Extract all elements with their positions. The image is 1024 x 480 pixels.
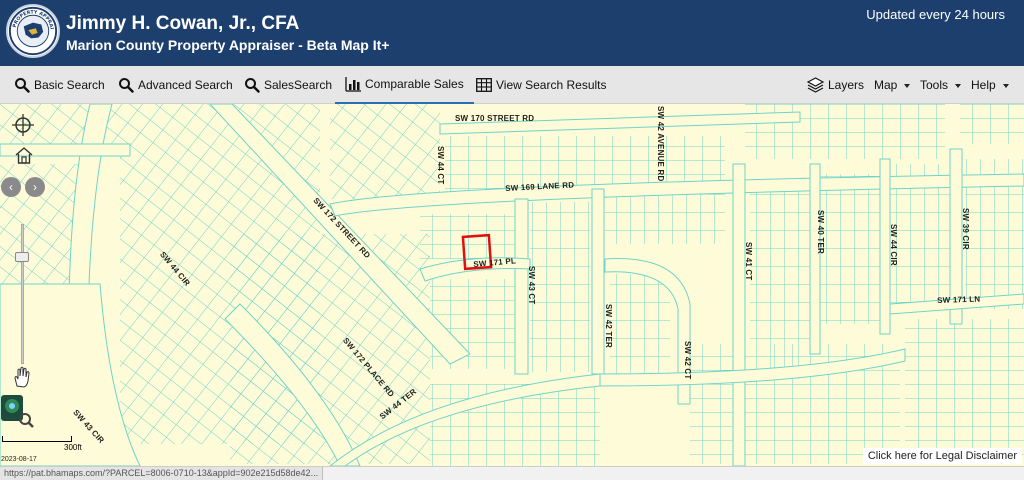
update-notice: Updated every 24 hours xyxy=(866,7,1005,22)
road-label: SW 44 CIR xyxy=(889,224,898,266)
road-label: SW 39 CIR xyxy=(961,208,970,250)
view-search-results-button[interactable]: View Search Results xyxy=(476,66,607,104)
layers-button[interactable]: Layers xyxy=(807,66,864,104)
street-view-icon[interactable] xyxy=(0,394,34,428)
comparable-sales-tab[interactable]: Comparable Sales xyxy=(335,66,474,104)
zoom-slider-track[interactable] xyxy=(21,224,24,364)
locate-crosshair-icon[interactable] xyxy=(12,114,34,136)
pan-right-button[interactable]: › xyxy=(25,177,45,197)
help-menu[interactable]: Help xyxy=(971,66,1009,104)
map-menu[interactable]: Map xyxy=(874,66,911,104)
home-icon[interactable] xyxy=(15,147,33,164)
chevron-down-icon xyxy=(1002,84,1009,88)
road-label: SW 170 STREET RD xyxy=(455,114,535,123)
advanced-search-button[interactable]: Advanced Search xyxy=(118,66,233,104)
scale-label: 300ft xyxy=(64,443,82,452)
chevron-left-icon: ‹ xyxy=(9,180,13,194)
property-appraiser-logo[interactable]: PROPERTY APPRAISER xyxy=(6,4,60,58)
legal-disclaimer-link[interactable]: Click here for Legal Disclaimer xyxy=(862,448,1022,464)
road-label: SW 44 CT xyxy=(436,146,445,185)
app-title: Jimmy H. Cowan, Jr., CFA xyxy=(66,13,300,34)
road-label: SW 40 TER xyxy=(816,210,825,255)
status-url: https://pat.bhamaps.com/?PARCEL=8006-071… xyxy=(0,467,324,480)
app-subtitle: Marion County Property Appraiser - Beta … xyxy=(66,37,390,53)
chevron-down-icon xyxy=(955,84,962,88)
chevron-down-icon xyxy=(904,84,911,88)
tools-menu[interactable]: Tools xyxy=(920,66,962,104)
road-label: SW 171 LN xyxy=(937,294,981,305)
imagery-date: 2023-08-17 xyxy=(1,456,37,463)
zoom-slider-thumb[interactable] xyxy=(15,252,29,262)
browser-status-bar: https://pat.bhamaps.com/?PARCEL=8006-071… xyxy=(0,466,1024,480)
app-header: PROPERTY APPRAISER Jimmy H. Cowan, Jr., … xyxy=(0,0,1024,66)
road-label: SW 42 CT xyxy=(683,341,692,380)
basic-search-button[interactable]: Basic Search xyxy=(14,66,105,104)
bar-chart-icon xyxy=(345,76,361,92)
pan-hand-icon[interactable] xyxy=(12,366,32,388)
parcel-map[interactable]: SW 170 STREET RD SW 42 AVENUE RD SW 44 C… xyxy=(0,104,1024,466)
road-label: SW 42 AVENUE RD xyxy=(656,106,665,182)
magnifier-icon xyxy=(119,78,134,93)
road-label: SW 43 CT xyxy=(527,266,536,305)
chevron-right-icon: › xyxy=(33,180,37,194)
magnifier-icon xyxy=(245,78,260,93)
pan-left-button[interactable]: ‹ xyxy=(1,177,21,197)
road-label: SW 41 CT xyxy=(744,242,753,281)
main-toolbar: Basic Search Advanced Search SalesSearch… xyxy=(0,66,1024,104)
scale-bar xyxy=(2,436,72,442)
layers-icon xyxy=(807,77,824,93)
magnifier-icon xyxy=(15,78,30,93)
grid-icon xyxy=(476,78,492,92)
parcel-lines xyxy=(0,104,1024,466)
road-label: SW 42 TER xyxy=(604,304,613,349)
sales-search-button[interactable]: SalesSearch xyxy=(244,66,332,104)
